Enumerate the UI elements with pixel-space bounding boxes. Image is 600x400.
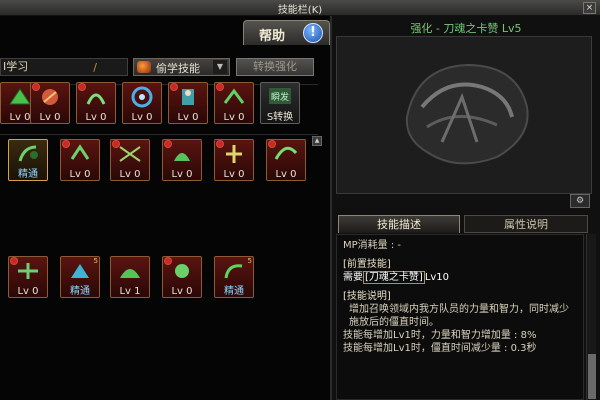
convert-enhance-button[interactable]: 转换强化 [236, 58, 314, 76]
skill-level: Lv 0 [171, 169, 193, 180]
skill-slot[interactable]: Lv 0 [214, 82, 254, 124]
description-scrollbar[interactable] [586, 234, 596, 400]
tab-skill-description[interactable]: 技能描述 [338, 215, 460, 233]
skill-level: 精通 [18, 169, 38, 180]
skill-slot[interactable]: Lv 1 [110, 256, 150, 298]
skill-preview: 锁定 发现 [336, 36, 592, 194]
window-titlebar: 技能栏(K) × [0, 0, 600, 16]
skill-art-icon [274, 146, 298, 160]
steal-skill-icon [137, 61, 151, 73]
explain-header: [技能说明] [343, 291, 391, 302]
skill-art-icon [71, 264, 89, 278]
skill-art-icon [18, 263, 38, 279]
skill-level: Lv 0 [171, 286, 193, 297]
kazan-emblem-icon [405, 63, 529, 165]
skill-cap-number: 5 [247, 257, 252, 265]
window-title: 技能栏(K) [277, 5, 323, 16]
skill-slot[interactable]: Lv 0 [110, 139, 150, 181]
skill-detail-panel: 强化 - 刀魂之卡赞 Lv5 锁定 发现 ⚙ 技能描述 属性说明 MP消耗量 :… [330, 16, 600, 400]
skill-art-icon [86, 93, 106, 105]
skill-cap-number: 5 [93, 257, 98, 265]
skill-list-panel: Ⅰ学习 / 偷学技能 ▼ 转换强化 Lv 0 Lv 0 Lv 0 Lv 0 Lv… [0, 16, 330, 400]
per-level-line-2: 技能每增加Lv1时，僵直时间减少量 : 0.3秒 [343, 343, 537, 354]
skill-art-icon [175, 264, 189, 278]
skill-art-icon [42, 89, 58, 105]
prereq-prefix: 需要 [343, 272, 363, 283]
skill-level: 精通 [70, 286, 90, 297]
skill-description-text: MP消耗量 : - [前置技能] 需要 [刀魂之卡赞] Lv10 [技能说明] 增加… [336, 234, 584, 400]
scrollbar-thumb[interactable] [588, 354, 596, 399]
skill-slot[interactable]: Lv 0 [162, 139, 202, 181]
skill-level: Lv 0 [275, 169, 297, 180]
skill-art-icon [119, 146, 141, 162]
skill-level: 精通 [224, 286, 244, 297]
per-level-line-1: 技能每增加Lv1时，力量和智力增加量 : 8% [343, 330, 537, 341]
explain-text: 增加召唤领域内我方队员的力量和智力，同时减少施放后的僵直时间。 [349, 304, 569, 328]
prereq-skill: [刀魂之卡赞] [363, 271, 425, 284]
skill-art-icon [18, 145, 38, 162]
close-button[interactable]: × [583, 2, 596, 14]
skill-slot[interactable]: Lv 0 [60, 139, 100, 181]
skill-art-icon [174, 153, 190, 161]
text-caret: / [93, 61, 97, 74]
skill-art-icon [182, 89, 194, 105]
skill-level: Lv 0 [131, 112, 153, 123]
skill-level: Lv 0 [39, 112, 61, 123]
chevron-down-icon[interactable]: ▼ [213, 60, 227, 74]
skill-slot[interactable]: Lv 0 [122, 82, 162, 124]
skill-slot[interactable]: Lv 0 [162, 256, 202, 298]
prereq-header: [前置技能] [343, 259, 391, 270]
info-icon[interactable]: ! [303, 23, 323, 43]
skill-level: S转换 [266, 112, 294, 123]
scroll-up-button[interactable]: ▲ [312, 136, 322, 146]
detail-tabs: 技能描述 属性说明 [336, 215, 592, 233]
skill-slot[interactable]: Lv 0 [266, 139, 306, 181]
gear-icon[interactable]: ⚙ [570, 194, 590, 208]
skill-level: Lv 0 [69, 169, 91, 180]
skill-slot[interactable]: Lv 0 [8, 256, 48, 298]
skill-detail-title: 强化 - 刀魂之卡赞 Lv5 [410, 22, 522, 35]
skill-slot-selected[interactable]: 精通 [8, 139, 48, 181]
search-value: Ⅰ学习 [3, 60, 29, 73]
skill-art-icon [226, 145, 242, 163]
skill-slot[interactable]: Lv 0 [30, 82, 70, 124]
prereq-level: Lv10 [424, 272, 450, 283]
skill-art-icon [120, 269, 140, 278]
help-tab[interactable]: 帮助 ! [243, 20, 330, 45]
skill-level: Lv 0 [85, 112, 107, 123]
mp-cost-line: MP消耗量 : - [343, 240, 401, 251]
skill-level: Lv 0 [177, 112, 199, 123]
skill-search-input[interactable]: Ⅰ学习 / [0, 58, 128, 76]
skill-art-icon [131, 86, 153, 108]
skill-top-label: 瞬发 [270, 93, 289, 103]
skill-level: Lv 1 [119, 286, 141, 297]
skill-level: Lv 0 [223, 169, 245, 180]
skill-art-icon [224, 264, 243, 279]
dropdown-label: 偷学技能 [156, 62, 200, 75]
skill-level: Lv 0 [119, 169, 141, 180]
skill-slot[interactable]: Lv 0 [76, 82, 116, 124]
skill-art-icon [223, 88, 245, 104]
help-label: 帮助 [259, 29, 286, 44]
skill-level: Lv 0 [17, 286, 39, 297]
skill-type-dropdown[interactable]: 偷学技能 ▼ [133, 58, 230, 76]
prereq-line: 需要 [刀魂之卡赞] Lv10 [343, 271, 577, 284]
skill-slot[interactable]: Lv 0 [214, 139, 254, 181]
skill-art-icon [70, 144, 90, 160]
divider [0, 134, 318, 135]
tab-attribute-description[interactable]: 属性说明 [464, 215, 588, 233]
skill-slot[interactable]: 5 精通 [214, 256, 254, 298]
skill-slot[interactable]: 5 精通 [60, 256, 100, 298]
skill-level: Lv 0 [223, 112, 245, 123]
skill-slot-swap[interactable]: 瞬发 S转换 [260, 82, 300, 124]
skill-slot[interactable]: Lv 0 [168, 82, 208, 124]
skill-toolbar: Ⅰ学习 / 偷学技能 ▼ 转换强化 [0, 56, 318, 78]
